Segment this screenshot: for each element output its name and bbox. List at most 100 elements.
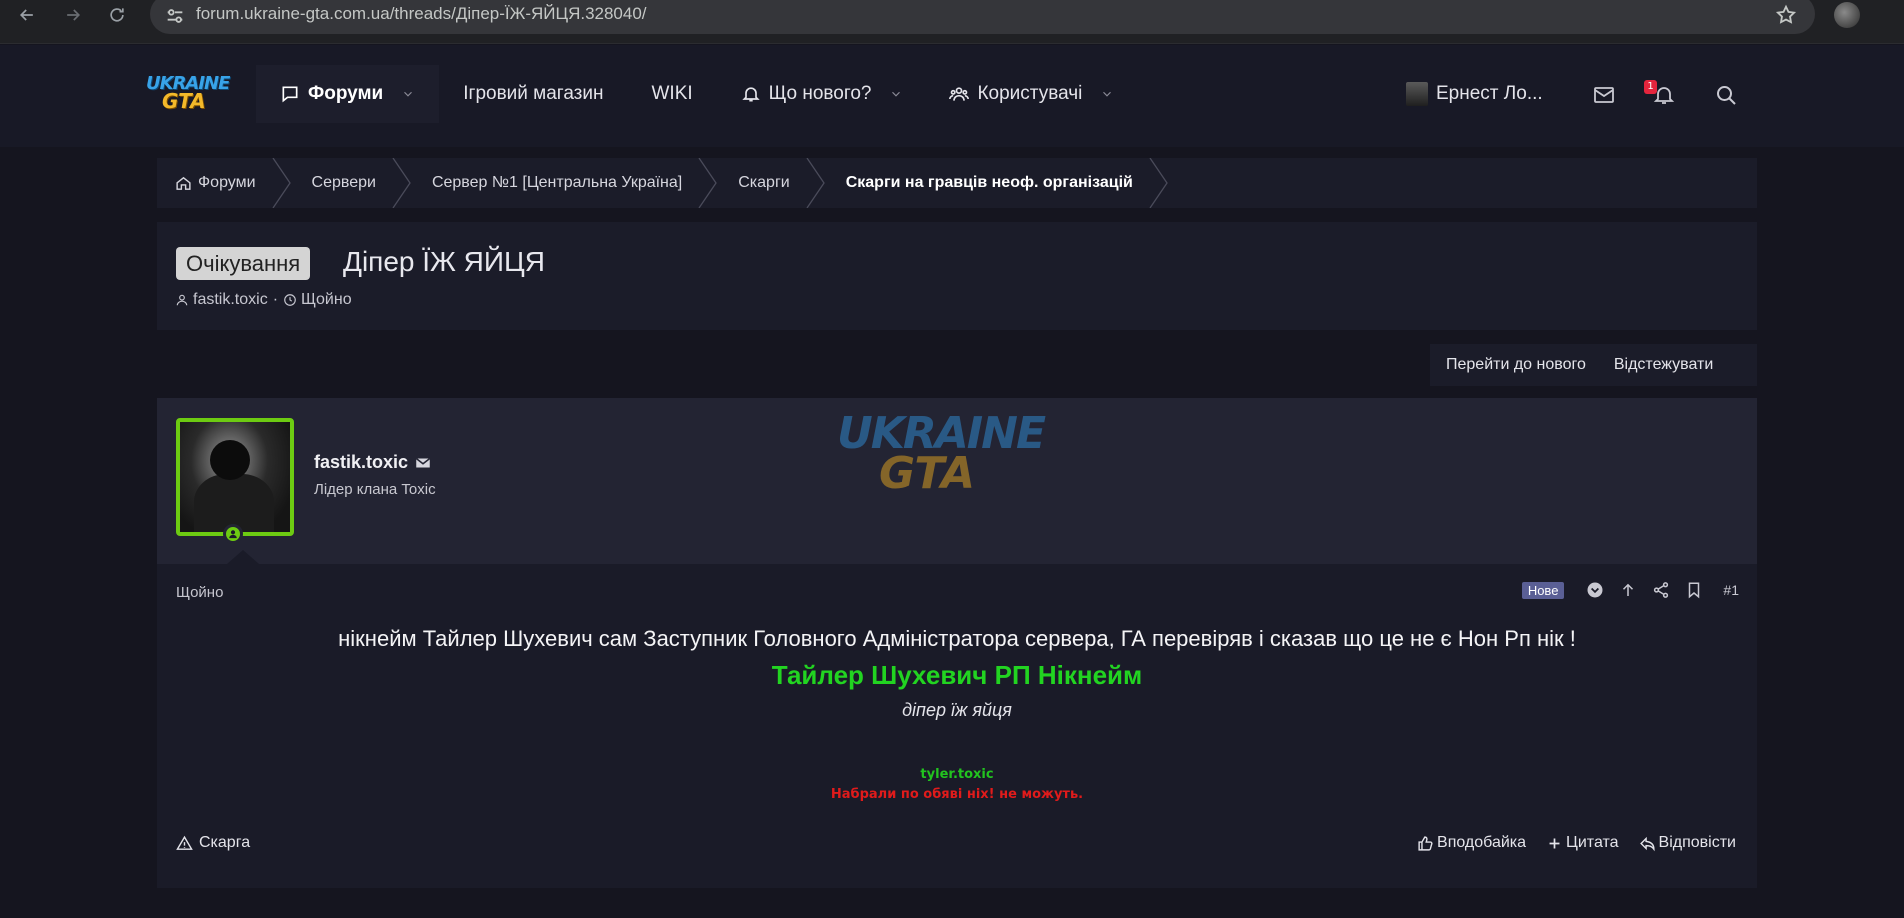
browser-profile-avatar[interactable]	[1834, 2, 1860, 28]
post-actions: Вподобайка Цитата Відповісти	[1397, 834, 1736, 852]
post-user-header: fastik.toxic Лідер клана Toxic UKRAINE G…	[157, 398, 1757, 564]
like-button[interactable]: Вподобайка	[1417, 834, 1526, 852]
post-text-highlight: Тайлер Шухевич РП Нікнейм	[771, 660, 1143, 690]
clock-icon	[284, 294, 296, 306]
back-arrow-icon[interactable]	[8, 0, 46, 30]
main-nav: Форуми Ігровий магазин WIKI Що нового? К…	[256, 65, 1128, 123]
thread-prefix-badge[interactable]: Очікування	[176, 247, 311, 280]
notification-count-badge: 1	[1644, 80, 1657, 94]
search-icon[interactable]	[1714, 83, 1738, 107]
chevron-circle-down-icon[interactable]	[1586, 581, 1604, 599]
breadcrumb-item-unofficial-orgs[interactable]: Скарги на гравців неоф. організацій	[826, 158, 1169, 208]
jump-to-new-button[interactable]: Перейти до нового	[1430, 356, 1598, 374]
breadcrumb-label: Форуми	[198, 174, 256, 191]
nav-forums-label: Форуми	[308, 83, 384, 104]
account-name: Ернест Ло...	[1436, 83, 1543, 104]
post-pointer-arrow	[227, 550, 259, 564]
thread-actions: Перейти до нового Відстежувати	[1430, 344, 1757, 386]
signature-name: tyler.toxic	[920, 767, 994, 782]
breadcrumb-item-server-1[interactable]: Сервер №1 [Центральна Україна]	[412, 158, 718, 208]
breadcrumb-label: Скарги	[738, 174, 790, 191]
thread-author-link[interactable]: fastik.toxic	[193, 291, 268, 309]
user-avatar[interactable]	[176, 418, 294, 536]
account-menu[interactable]: Ернест Ло...	[1406, 65, 1543, 123]
arrow-up-icon[interactable]	[1619, 581, 1637, 599]
breadcrumb-label: Сервери	[311, 174, 376, 191]
quote-button[interactable]: Цитата	[1546, 834, 1619, 852]
address-bar[interactable]: forum.ukraine-gta.com.ua/threads/Дiпер-Ї…	[150, 0, 1815, 34]
breadcrumb-separator-icon	[698, 158, 718, 208]
chevron-down-icon[interactable]	[889, 87, 903, 101]
new-post-badge: Нове	[1521, 581, 1565, 599]
bookmark-icon[interactable]	[1685, 581, 1703, 599]
breadcrumb-label: Скарги на гравців неоф. організацій	[845, 174, 1133, 191]
site-header: UKRAINE GTA Форуми Ігровий магазин WIKI …	[0, 45, 1904, 147]
thumbs-up-icon	[1418, 835, 1433, 851]
like-label: Вподобайка	[1437, 834, 1527, 851]
online-status-icon	[223, 524, 243, 544]
thread-meta: fastik.toxic · Щойно	[175, 291, 352, 309]
breadcrumb: Форуми Сервери Сервер №1 [Центральна Укр…	[157, 158, 1757, 208]
quote-label: Цитата	[1566, 834, 1619, 851]
watch-thread-button[interactable]: Відстежувати	[1598, 356, 1725, 374]
breadcrumb-item-forums[interactable]: Форуми	[157, 158, 292, 208]
breadcrumb-item-servers[interactable]: Сервери	[292, 158, 412, 208]
plus-icon	[1549, 838, 1560, 848]
post-username[interactable]: fastik.toxic	[314, 452, 432, 473]
forward-arrow-icon[interactable]	[54, 0, 92, 30]
reply-arrow-icon	[1639, 836, 1655, 851]
breadcrumb-separator-icon	[806, 158, 825, 208]
breadcrumb-separator-icon	[272, 158, 291, 208]
user-title: Лідер клана Toxic	[314, 481, 436, 498]
avatar-figure-head	[210, 440, 250, 480]
breadcrumb-separator-icon	[392, 158, 411, 208]
breadcrumb-separator-icon	[1149, 158, 1168, 208]
nav-whats-new[interactable]: Що нового?	[717, 65, 928, 123]
users-icon	[949, 87, 970, 101]
nav-wiki-label: WIKI	[651, 83, 693, 104]
browser-toolbar: forum.ukraine-gta.com.ua/threads/Дiпер-Ї…	[0, 0, 1904, 44]
chevron-down-icon[interactable]	[1100, 87, 1114, 101]
post-username-label: fastik.toxic	[314, 452, 409, 472]
chevron-down-icon[interactable]	[401, 87, 415, 101]
site-settings-icon[interactable]	[164, 5, 186, 27]
post-text-line: нікнейм Тайлер Шухевич сам Заступник Гол…	[338, 626, 1576, 651]
post: fastik.toxic Лідер клана Toxic UKRAINE G…	[157, 398, 1757, 888]
post-text-italic: діпер їж яйця	[902, 700, 1012, 720]
reply-button[interactable]: Відповісти	[1639, 834, 1736, 852]
breadcrumb-item-complaints[interactable]: Скарги	[718, 158, 825, 208]
watermark-logo: UKRAINE GTA	[837, 408, 1057, 508]
signature-text: Набрали по обяві ніх! не можуть.	[830, 787, 1084, 802]
bell-icon	[741, 87, 760, 102]
breadcrumb-label: Сервер №1 [Центральна Україна]	[431, 174, 683, 191]
logo-text-bottom: GTA	[162, 89, 206, 113]
nav-users-label: Користувачі	[977, 83, 1083, 104]
post-number-link[interactable]: #1	[1723, 582, 1739, 598]
nav-forums[interactable]: Форуми	[256, 65, 440, 123]
report-label: Скарга	[199, 834, 251, 851]
nav-wiki[interactable]: WIKI	[628, 65, 717, 123]
chat-bubble-icon	[282, 86, 298, 103]
nav-shop-label: Ігровий магазин	[463, 83, 604, 104]
bookmark-star-icon[interactable]	[1775, 4, 1797, 26]
thread-title: Діпер ЇЖ ЯЙЦЯ	[343, 246, 545, 277]
nav-users[interactable]: Користувачі	[927, 65, 1128, 123]
share-icon[interactable]	[1652, 581, 1670, 599]
meta-separator: ·	[272, 291, 279, 308]
post-tools: Нове #1	[1521, 581, 1739, 599]
thread-time-link[interactable]: Щойно	[301, 291, 352, 309]
home-icon	[176, 176, 191, 190]
report-button[interactable]: Скарга	[176, 834, 250, 852]
warning-triangle-icon	[176, 835, 193, 850]
envelope-icon[interactable]	[1592, 83, 1616, 107]
user-icon	[176, 294, 188, 306]
envelope-icon[interactable]	[414, 454, 432, 472]
url-text[interactable]: forum.ukraine-gta.com.ua/threads/Дiпер-Ї…	[196, 4, 647, 24]
thread-header: Очікування Діпер ЇЖ ЯЙЦЯ fastik.toxic · …	[157, 222, 1757, 330]
site-logo[interactable]: UKRAINE GTA	[146, 73, 230, 117]
nav-shop[interactable]: Ігровий магазин	[439, 65, 627, 123]
nav-whats-new-label: Що нового?	[768, 83, 872, 104]
post-date[interactable]: Щойно	[176, 584, 223, 601]
account-avatar	[1406, 82, 1428, 106]
reload-icon[interactable]	[98, 0, 136, 30]
